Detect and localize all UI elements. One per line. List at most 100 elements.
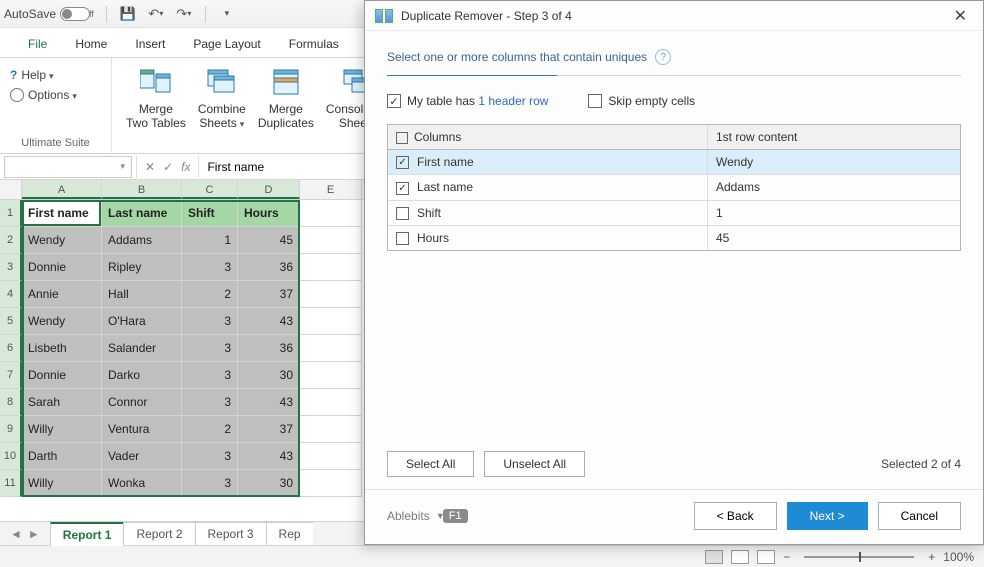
zoom-in-button[interactable]: + [928, 550, 935, 564]
cell[interactable]: First name [22, 200, 102, 227]
row-checkbox-icon[interactable]: ✓ [396, 182, 409, 195]
row-header[interactable]: 3 [0, 254, 22, 281]
cell[interactable]: Salander [102, 335, 182, 362]
cell[interactable]: 37 [238, 281, 300, 308]
sheet-tab-3[interactable]: Report 3 [195, 522, 267, 545]
row-header[interactable]: 11 [0, 470, 22, 497]
zoom-slider[interactable] [804, 556, 914, 558]
cell[interactable]: 2 [182, 416, 238, 443]
help-hint-icon[interactable]: ? [655, 49, 671, 65]
tab-insert[interactable]: Insert [121, 31, 179, 57]
close-icon[interactable]: ✕ [948, 4, 973, 28]
view-layout-icon[interactable] [731, 550, 749, 564]
header-row-link[interactable]: 1 header row [478, 94, 548, 108]
cell[interactable] [300, 470, 362, 497]
cell[interactable]: 3 [182, 254, 238, 281]
table-header-columns[interactable]: Columns [388, 125, 708, 149]
undo-icon[interactable]: ↶▾ [147, 5, 165, 23]
help-button[interactable]: ?Help [10, 68, 101, 82]
f1-badge[interactable]: F1 [443, 509, 468, 523]
sheet-nav[interactable]: ◄► [0, 527, 50, 541]
cell[interactable]: Sarah [22, 389, 102, 416]
unselect-all-button[interactable]: Unselect All [484, 451, 585, 477]
table-row[interactable]: ✓Last nameAddams [388, 175, 960, 200]
tab-formulas[interactable]: Formulas [275, 31, 353, 57]
table-row[interactable]: Shift1 [388, 201, 960, 226]
cell[interactable]: Ripley [102, 254, 182, 281]
sheet-tab-2[interactable]: Report 2 [123, 522, 195, 545]
cell[interactable]: Lisbeth [22, 335, 102, 362]
cell[interactable] [300, 362, 362, 389]
sheet-tab-1[interactable]: Report 1 [50, 522, 125, 546]
cell[interactable]: Connor [102, 389, 182, 416]
cell[interactable]: Hours [238, 200, 300, 227]
cell[interactable]: 43 [238, 389, 300, 416]
next-button[interactable]: Next > [787, 502, 868, 530]
cell[interactable]: Willy [22, 470, 102, 497]
cell[interactable] [300, 281, 362, 308]
view-normal-icon[interactable] [705, 550, 723, 564]
merge-duplicates-button[interactable]: Merge Duplicates [254, 62, 318, 133]
qat-customize-icon[interactable]: ▾ [218, 5, 236, 23]
cell[interactable]: 30 [238, 362, 300, 389]
view-break-icon[interactable] [757, 550, 775, 564]
tab-home[interactable]: Home [61, 31, 121, 57]
row-header[interactable]: 1 [0, 200, 22, 227]
cell[interactable] [300, 335, 362, 362]
name-box[interactable]: ▾ [4, 156, 132, 178]
options-button[interactable]: Options [10, 88, 101, 102]
header-row-checkbox[interactable]: ✓ My table has 1 header row [387, 94, 548, 108]
row-header[interactable]: 6 [0, 335, 22, 362]
row-header[interactable]: 9 [0, 416, 22, 443]
cell[interactable]: 30 [238, 470, 300, 497]
cell[interactable]: 1 [182, 227, 238, 254]
cell[interactable]: Willy [22, 416, 102, 443]
table-row[interactable]: ✓First nameWendy [388, 150, 960, 175]
cell[interactable]: Vader [102, 443, 182, 470]
cell[interactable]: Wonka [102, 470, 182, 497]
cell[interactable]: Shift [182, 200, 238, 227]
cell[interactable] [300, 443, 362, 470]
cancel-formula-icon[interactable]: ✕ [145, 160, 155, 174]
cell[interactable]: 37 [238, 416, 300, 443]
col-header-c[interactable]: C [182, 180, 238, 199]
zoom-out-button[interactable]: − [783, 550, 790, 564]
autosave-toggle[interactable]: AutoSave Off [4, 7, 94, 21]
accept-formula-icon[interactable]: ✓ [163, 160, 173, 174]
brand-label[interactable]: Ablebits▾ [387, 509, 443, 523]
cell[interactable] [300, 227, 362, 254]
sheet-tab-4[interactable]: Rep [266, 522, 313, 545]
cell[interactable]: Hall [102, 281, 182, 308]
cell[interactable]: Addams [102, 227, 182, 254]
cell[interactable]: Wendy [22, 227, 102, 254]
cell[interactable] [300, 416, 362, 443]
cell[interactable]: 43 [238, 308, 300, 335]
row-header[interactable]: 5 [0, 308, 22, 335]
cell[interactable] [300, 308, 362, 335]
cell[interactable]: 43 [238, 443, 300, 470]
row-header[interactable]: 8 [0, 389, 22, 416]
cell[interactable]: 3 [182, 362, 238, 389]
redo-icon[interactable]: ↷▾ [175, 5, 193, 23]
cancel-button[interactable]: Cancel [878, 502, 961, 530]
col-header-a[interactable]: A [22, 180, 102, 199]
cell[interactable]: O'Hara [102, 308, 182, 335]
cell[interactable]: 3 [182, 443, 238, 470]
combine-sheets-button[interactable]: Combine Sheets [194, 62, 250, 133]
cell[interactable]: Last name [102, 200, 182, 227]
cell[interactable]: Annie [22, 281, 102, 308]
cell[interactable]: Ventura [102, 416, 182, 443]
col-header-e[interactable]: E [300, 180, 362, 199]
row-checkbox-icon[interactable]: ✓ [396, 156, 409, 169]
cell[interactable] [300, 254, 362, 281]
cell[interactable]: 45 [238, 227, 300, 254]
skip-empty-checkbox[interactable]: Skip empty cells [588, 94, 695, 108]
cell[interactable]: Darko [102, 362, 182, 389]
col-header-b[interactable]: B [102, 180, 182, 199]
cell[interactable]: Donnie [22, 254, 102, 281]
tab-page-layout[interactable]: Page Layout [179, 31, 274, 57]
fx-icon[interactable]: fx [181, 160, 190, 174]
zoom-level[interactable]: 100% [943, 550, 974, 564]
cell[interactable]: 3 [182, 335, 238, 362]
select-all-corner[interactable] [0, 180, 22, 199]
